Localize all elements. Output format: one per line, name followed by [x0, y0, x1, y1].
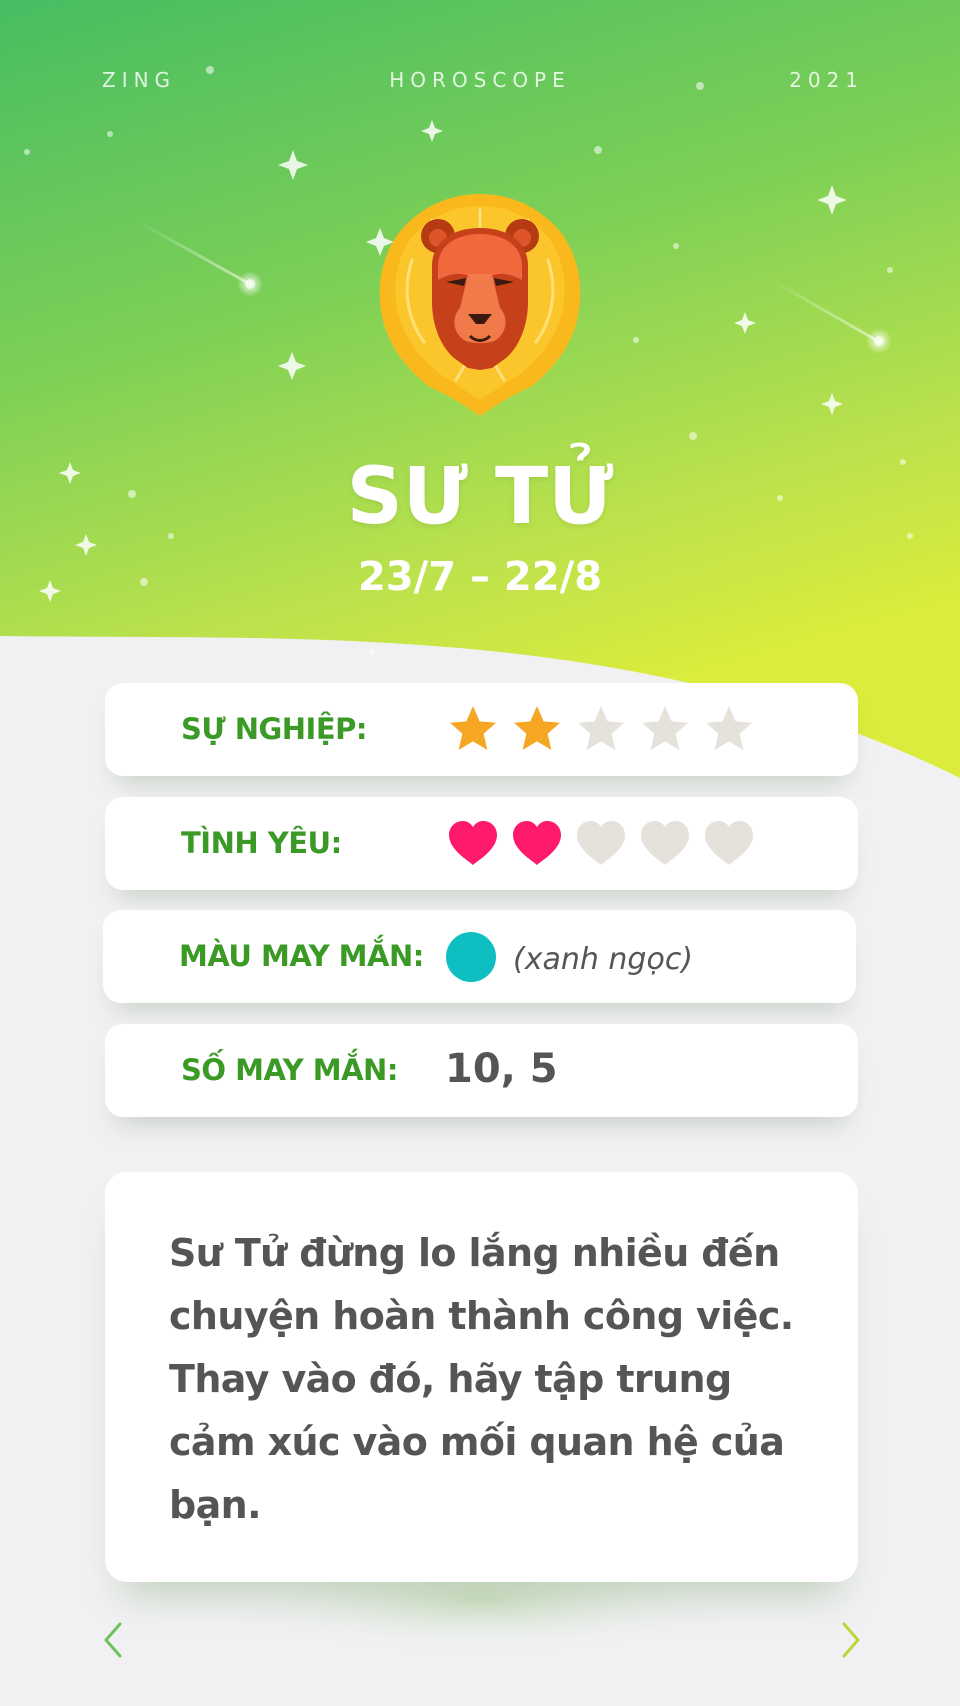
lucky-color-name: (xanh ngọc): [513, 942, 694, 977]
lucky-number-label: SỐ MAY MẮN:: [181, 1053, 398, 1087]
star-filled-icon: [509, 702, 565, 758]
star-empty-icon: [701, 702, 757, 758]
star-empty-icon: [573, 702, 629, 758]
heart-filled-icon: [509, 816, 565, 872]
career-label: SỰ NGHIỆP:: [181, 712, 368, 746]
star-filled-icon: [445, 702, 501, 758]
horoscope-message-card: Sư Tử đừng lo lắng nhiều đến chuyện hoàn…: [105, 1172, 858, 1582]
lucky-number-value: 10, 5: [445, 1046, 558, 1092]
sign-dates: 23/7 – 22/8: [357, 554, 603, 600]
lucky-color-swatch: [446, 932, 496, 982]
lucky-color-label: MÀU MAY MẮN:: [179, 939, 424, 973]
next-button[interactable]: [836, 1618, 864, 1662]
heart-empty-icon: [701, 816, 757, 872]
love-card: TÌNH YÊU:: [105, 797, 858, 890]
love-label: TÌNH YÊU:: [181, 826, 342, 860]
horoscope-message: Sư Tử đừng lo lắng nhiều đến chuyện hoàn…: [169, 1231, 794, 1527]
year-label: 2021: [789, 68, 864, 92]
lucky-color-card: MÀU MAY MẮN: (xanh ngọc): [103, 910, 856, 1003]
heart-filled-icon: [445, 816, 501, 872]
star-empty-icon: [637, 702, 693, 758]
chevron-left-icon: [104, 1622, 122, 1658]
career-rating: [445, 702, 757, 758]
chevron-right-icon: [842, 1622, 860, 1658]
heart-empty-icon: [573, 816, 629, 872]
previous-button[interactable]: [100, 1618, 128, 1662]
sign-title: SƯ TỬ: [346, 452, 614, 542]
top-bar: ZING HOROSCOPE 2021: [0, 68, 960, 98]
lucky-number-card: SỐ MAY MẮN: 10, 5: [105, 1024, 858, 1117]
career-card: SỰ NGHIỆP:: [105, 683, 858, 776]
heart-empty-icon: [637, 816, 693, 872]
love-rating: [445, 816, 757, 872]
lion-icon: [379, 194, 581, 416]
